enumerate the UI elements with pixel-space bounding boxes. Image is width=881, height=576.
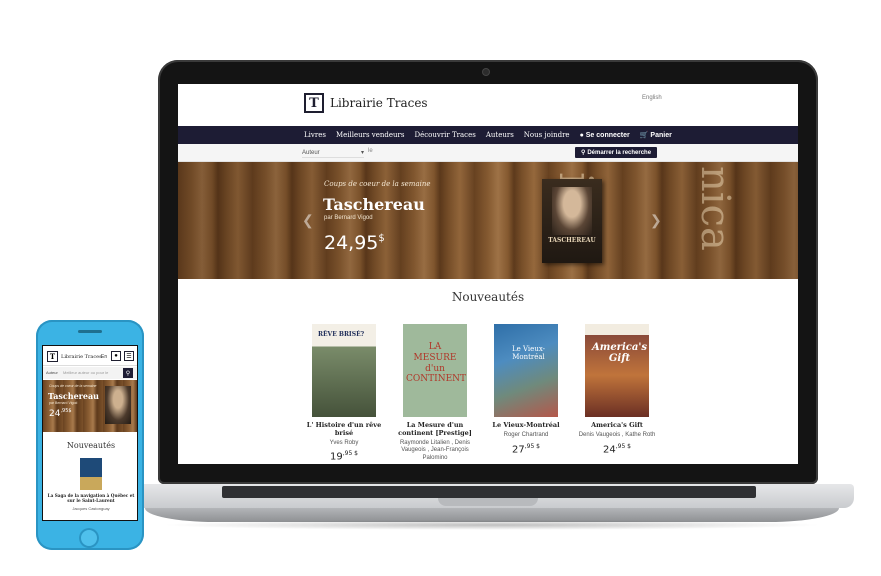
book-cover[interactable]: RÊVE BRISÉ? bbox=[312, 324, 376, 417]
book-price-cents: ,95 $ bbox=[524, 442, 540, 450]
hero-background-text-2: nica bbox=[692, 166, 738, 251]
laptop-camera bbox=[483, 69, 489, 75]
book-cover[interactable]: Le Vieux-Montréal bbox=[494, 324, 558, 417]
hero-title[interactable]: Taschereau bbox=[323, 195, 425, 214]
mobile-hero-banner[interactable]: Coups de coeur de la semaine Taschereau … bbox=[43, 380, 137, 432]
book-cover[interactable]: LA MESURE d'un CONTINENT bbox=[403, 324, 467, 417]
book-cover-text: Le Vieux-Montréal bbox=[511, 345, 546, 361]
hero-next-arrow-icon[interactable]: ❯ bbox=[650, 212, 662, 229]
book-price-cents: ,95 $ bbox=[615, 442, 631, 450]
book-price-cents: ,95 $ bbox=[342, 450, 358, 458]
book-cover-text: LA MESURE d'un CONTINENT bbox=[406, 342, 467, 385]
nav-item-cart-label: Panier bbox=[650, 132, 672, 139]
nav-item-login-label: Se connecter bbox=[585, 131, 630, 139]
mobile-header: T Librairie Traces En ● ☰ bbox=[43, 346, 137, 366]
book-author[interactable]: Roger Chartrand bbox=[482, 432, 570, 440]
book-title[interactable]: America's Gift bbox=[573, 421, 661, 430]
book-card[interactable]: LA MESURE d'un CONTINENT La Mesure d'un … bbox=[391, 324, 479, 463]
nav-item-auteurs[interactable]: Auteurs bbox=[486, 131, 514, 139]
book-card[interactable]: Le Vieux-Montréal Le Vieux-Montréal Roge… bbox=[482, 324, 570, 455]
nav-item-decouvrir[interactable]: Découvrir Traces bbox=[414, 131, 475, 139]
mobile-language-link[interactable]: En bbox=[101, 354, 107, 360]
phone-speaker bbox=[78, 330, 102, 333]
mobile-hero-price: 24,95$ bbox=[49, 408, 72, 419]
hero-banner[interactable]: ica nica ❮ ❯ Coups de coeur de la semain… bbox=[178, 162, 798, 279]
user-icon: ● bbox=[579, 131, 584, 139]
language-link[interactable]: English bbox=[642, 95, 662, 101]
book-price-units: 19 bbox=[329, 451, 343, 463]
laptop-screen: T Librairie Traces English Livres Meille… bbox=[178, 84, 798, 464]
search-field-select[interactable]: Auteur ▾ bbox=[302, 148, 364, 158]
mobile-book-title[interactable]: La Saga de la navigation à Québec et sur… bbox=[45, 493, 137, 504]
book-title[interactable]: L' Histoire d'un rêve brisé bbox=[300, 421, 388, 438]
nav-item-cart[interactable]: 🛒 Panier bbox=[640, 131, 672, 139]
book-author[interactable]: Raymonde Litalien , Denis Vaugeois , Jea… bbox=[391, 440, 479, 463]
book-price: 19,95 $ bbox=[300, 450, 388, 462]
nav-item-login[interactable]: ● Se connecter bbox=[580, 132, 630, 139]
search-icon: ⚲ bbox=[580, 150, 586, 156]
mobile-user-icon[interactable]: ● bbox=[111, 351, 121, 361]
search-field-value: Auteur bbox=[302, 149, 320, 156]
hero-book-portrait bbox=[552, 187, 592, 235]
logo-icon[interactable]: T bbox=[304, 93, 324, 113]
phone-home-button[interactable] bbox=[79, 528, 99, 548]
mobile-hero-title[interactable]: Taschereau bbox=[48, 391, 99, 401]
book-card[interactable]: America's Gift America's Gift Denis Vaug… bbox=[573, 324, 661, 455]
mobile-book-author[interactable]: Jacques Castonguay bbox=[45, 506, 137, 511]
mobile-search-bar: Auteur Meilleur auteur ou pour le ⚲ bbox=[43, 367, 137, 379]
hero-book-cover[interactable]: TASCHEREAU bbox=[542, 179, 602, 263]
mobile-search-icon[interactable]: ⚲ bbox=[123, 368, 133, 378]
search-button[interactable]: ⚲ Démarrer la recherche bbox=[575, 147, 657, 158]
logo-text[interactable]: Librairie Traces bbox=[330, 96, 428, 110]
mobile-section-title: Nouveautés bbox=[66, 441, 116, 450]
hero-kicker: Coups de coeur de la semaine bbox=[324, 180, 431, 188]
chevron-down-icon: ▾ bbox=[360, 150, 364, 156]
cart-icon: 🛒 bbox=[639, 132, 649, 139]
book-author[interactable]: Denis Vaugeois , Kathe Roth bbox=[573, 432, 661, 440]
book-price: 24,95 $ bbox=[573, 443, 661, 455]
search-bar: Auteur ▾ le ⚲ Démarrer la recherche bbox=[178, 144, 798, 162]
laptop-shadow bbox=[160, 520, 824, 530]
mobile-hero-price-cents: ,95$ bbox=[60, 408, 72, 414]
book-price: 27,95 $ bbox=[482, 443, 570, 455]
book-price-units: 27 bbox=[511, 443, 525, 455]
mobile-hero-author: par Bernard Vigod bbox=[49, 401, 78, 405]
book-price-units: 24 bbox=[602, 443, 616, 455]
mobile-search-select[interactable]: Auteur bbox=[46, 370, 58, 375]
book-title[interactable]: La Mesure d'un continent [Prestige] bbox=[391, 421, 479, 438]
mobile-menu-icon[interactable]: ☰ bbox=[124, 351, 134, 361]
mobile-search-input[interactable]: Meilleur auteur ou pour le bbox=[63, 370, 108, 375]
hero-author: par Bernard Vigod bbox=[324, 215, 373, 221]
mobile-hero-price-main: 24 bbox=[49, 409, 61, 419]
hero-price-currency: $ bbox=[378, 233, 385, 244]
laptop-keyboard bbox=[222, 486, 756, 498]
book-card[interactable]: RÊVE BRISÉ? L' Histoire d'un rêve brisé … bbox=[300, 324, 388, 463]
phone-screen: T Librairie Traces En ● ☰ Auteur Meilleu… bbox=[42, 345, 138, 521]
hero-price: 24,95 $ bbox=[324, 232, 385, 254]
search-button-label: Démarrer la recherche bbox=[587, 149, 652, 156]
book-cover-text: America's Gift bbox=[591, 342, 648, 364]
mobile-book-cover[interactable] bbox=[80, 458, 102, 490]
book-author[interactable]: Yves Roby bbox=[300, 440, 388, 448]
nav-item-nous-joindre[interactable]: Nous joindre bbox=[524, 131, 570, 139]
mobile-hero-kicker: Coups de coeur de la semaine bbox=[49, 384, 97, 388]
site-header: T Librairie Traces English bbox=[178, 84, 798, 126]
section-title: Nouveautés bbox=[451, 290, 525, 304]
mobile-logo-icon[interactable]: T bbox=[47, 351, 58, 362]
hero-prev-arrow-icon[interactable]: ❮ bbox=[302, 212, 314, 229]
mobile-logo-text[interactable]: Librairie Traces bbox=[61, 354, 102, 360]
hero-book-cover-title: TASCHEREAU bbox=[548, 237, 596, 244]
hero-price-main: 24,95 bbox=[324, 232, 379, 254]
book-title[interactable]: Le Vieux-Montréal bbox=[482, 421, 570, 430]
nav-item-meilleurs-vendeurs[interactable]: Meilleurs vendeurs bbox=[336, 131, 405, 139]
main-nav: Livres Meilleurs vendeurs Découvrir Trac… bbox=[178, 126, 798, 144]
book-cover[interactable]: America's Gift bbox=[585, 324, 649, 417]
mobile-hero-book-cover[interactable] bbox=[105, 386, 131, 424]
book-cover-text: RÊVE BRISÉ? bbox=[318, 331, 365, 338]
search-input[interactable]: le bbox=[368, 148, 568, 158]
nav-item-livres[interactable]: Livres bbox=[304, 131, 326, 139]
laptop-notch bbox=[438, 498, 538, 506]
